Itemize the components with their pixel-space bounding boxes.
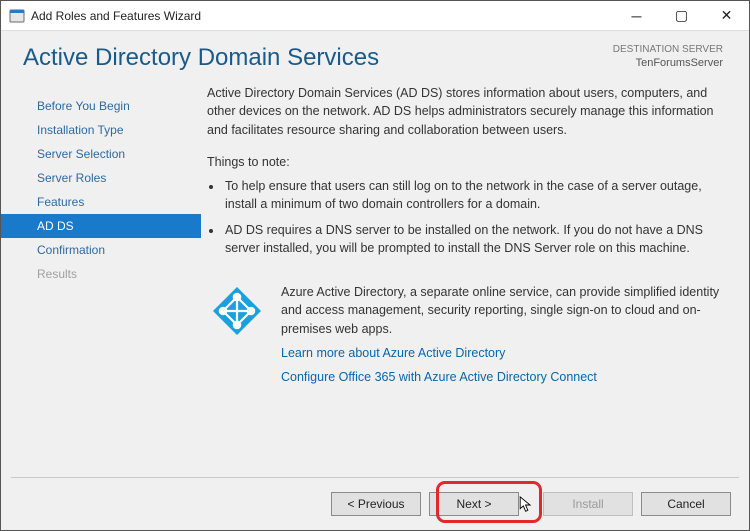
content-area: Active Directory Domain Services (AD DS)… — [201, 84, 749, 477]
sidebar-item-server-selection[interactable]: Server Selection — [1, 142, 201, 166]
titlebar: Add Roles and Features Wizard ─ ▢ ✕ — [1, 1, 749, 31]
note-text: AD DS requires a DNS server to be instal… — [225, 223, 703, 255]
window-controls: ─ ▢ ✕ — [614, 1, 749, 30]
sidebar-item-installation-type[interactable]: Installation Type — [1, 118, 201, 142]
app-icon — [9, 8, 25, 24]
list-item: To help ensure that users can still log … — [223, 177, 723, 213]
sidebar-item-server-roles[interactable]: Server Roles — [1, 166, 201, 190]
button-row: < Previous Next > Install Cancel — [1, 478, 749, 530]
sidebar-item-label: AD DS — [37, 219, 74, 233]
notes-list: To help ensure that users can still log … — [223, 177, 723, 266]
wizard-window: Add Roles and Features Wizard ─ ▢ ✕ Acti… — [0, 0, 750, 531]
next-button[interactable]: Next > — [429, 492, 519, 516]
install-button: Install — [543, 492, 633, 516]
sidebar-item-label: Before You Begin — [37, 99, 130, 113]
header: Active Directory Domain Services DESTINA… — [1, 31, 749, 76]
sidebar-item-adds[interactable]: AD DS — [1, 214, 201, 238]
azure-ad-icon — [209, 283, 265, 344]
list-item: AD DS requires a DNS server to be instal… — [223, 221, 723, 257]
sidebar-item-results: Results — [1, 262, 201, 286]
maximize-button[interactable]: ▢ — [659, 1, 704, 30]
note-text: To help ensure that users can still log … — [225, 179, 702, 211]
sidebar-item-label: Confirmation — [37, 243, 105, 257]
sidebar-item-label: Features — [37, 195, 84, 209]
azure-text-block: Azure Active Directory, a separate onlin… — [281, 283, 723, 386]
sidebar-item-features[interactable]: Features — [1, 190, 201, 214]
azure-description: Azure Active Directory, a separate onlin… — [281, 283, 723, 337]
close-button[interactable]: ✕ — [704, 1, 749, 30]
destination-name: TenForumsServer — [613, 56, 723, 70]
page-title: Active Directory Domain Services — [23, 44, 379, 72]
azure-learn-more-link[interactable]: Learn more about Azure Active Directory — [281, 344, 723, 362]
sidebar-item-label: Server Selection — [37, 147, 125, 161]
sidebar-item-confirmation[interactable]: Confirmation — [1, 238, 201, 262]
cursor-icon — [519, 496, 534, 514]
intro-text: Active Directory Domain Services (AD DS)… — [207, 84, 723, 138]
cancel-button[interactable]: Cancel — [641, 492, 731, 516]
sidebar-item-label: Server Roles — [37, 171, 106, 185]
azure-info-box: Azure Active Directory, a separate onlin… — [207, 283, 723, 386]
sidebar-item-label: Results — [37, 267, 77, 281]
destination-server: DESTINATION SERVER TenForumsServer — [613, 43, 723, 72]
things-to-note-label: Things to note: — [207, 153, 723, 171]
body: Before You Begin Installation Type Serve… — [1, 76, 749, 477]
sidebar-item-before-you-begin[interactable]: Before You Begin — [1, 94, 201, 118]
sidebar: Before You Begin Installation Type Serve… — [1, 84, 201, 477]
window-title: Add Roles and Features Wizard — [31, 9, 614, 23]
previous-button[interactable]: < Previous — [331, 492, 421, 516]
destination-label: DESTINATION SERVER — [613, 43, 723, 56]
azure-configure-link[interactable]: Configure Office 365 with Azure Active D… — [281, 368, 723, 386]
minimize-button[interactable]: ─ — [614, 1, 659, 30]
sidebar-item-label: Installation Type — [37, 123, 124, 137]
